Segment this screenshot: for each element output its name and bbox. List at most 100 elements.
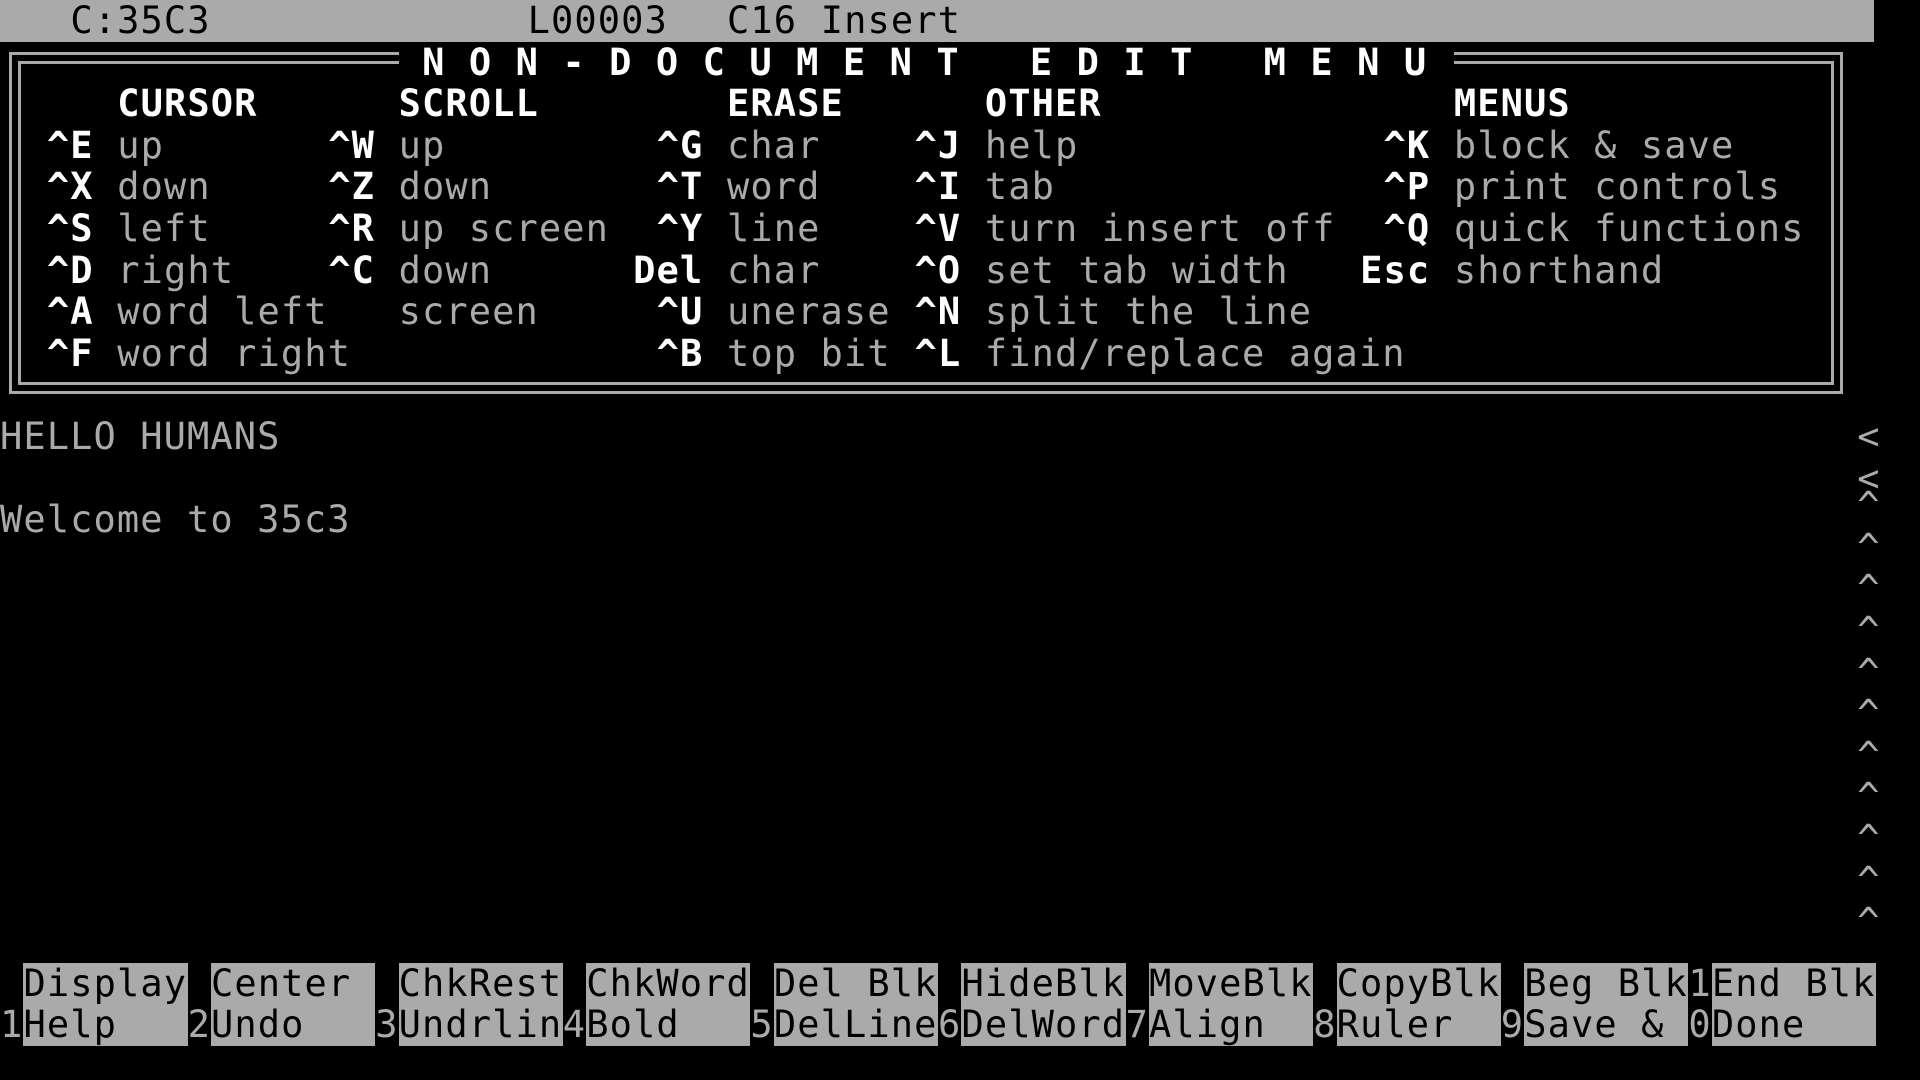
shortcut-key: ^W [328, 123, 376, 167]
menu-item-erase[interactable]: unerase [727, 291, 891, 333]
shortcut-key: ^F [46, 331, 94, 375]
menu-item-erase[interactable]: word [727, 166, 821, 208]
caret-marker-icon: ^ [1857, 484, 1881, 528]
shortcut-key: ^S [46, 207, 94, 250]
shortcut-key: ^E [46, 123, 94, 167]
menu-item-erase[interactable]: char [727, 125, 821, 167]
shortcut-key: ^K [1383, 123, 1431, 167]
menu-item-cursor[interactable]: down [117, 166, 211, 208]
header-erase: ERASE [726, 82, 844, 126]
shortcut-key: ^A [46, 290, 94, 334]
menu-item-scroll[interactable]: screen [399, 291, 539, 333]
function-key-label: Save & [1524, 1003, 1665, 1047]
menu-item-menus[interactable]: print controls [1454, 166, 1781, 208]
menu-item-scroll[interactable]: down [399, 249, 493, 292]
function-key-8[interactable]: CopyBlk Ruler [1336, 961, 1501, 1047]
caret-marker-icon: ^ [1857, 733, 1881, 777]
header-scroll: SCROLL [398, 82, 539, 126]
menu-item-menus[interactable]: quick functions [1454, 208, 1805, 250]
function-key-shift-label: MoveBlk [1149, 961, 1313, 1005]
shortcut-key: ^P [1383, 165, 1431, 209]
caret-marker-icon: ^ [1857, 900, 1881, 944]
function-key-label: Align [1149, 1003, 1266, 1047]
menu-item-cursor[interactable]: up [117, 125, 164, 167]
menu-item-menus[interactable]: block & save [1454, 125, 1735, 167]
menu-item-other[interactable]: tab [985, 166, 1055, 208]
function-key-shift-label: Beg Blk [1524, 961, 1688, 1005]
shortcut-key: ^I [914, 165, 962, 209]
function-key-5[interactable]: Del Blk DelLine [773, 963, 938, 1046]
shortcut-key: ^B [656, 331, 704, 375]
menu-item-other[interactable]: find/replace again [985, 333, 1406, 375]
menu-item-other[interactable]: turn insert off [985, 208, 1336, 250]
function-key-number: 5 [750, 1003, 774, 1047]
menu-item-scroll[interactable]: up [399, 125, 446, 167]
caret-marker-icon: ^ [1857, 858, 1881, 902]
function-key-label: Undrlin [398, 1003, 563, 1047]
function-key-4[interactable]: ChkWord Bold [586, 961, 751, 1047]
function-key-label: Done [1711, 1003, 1806, 1047]
menu-item-cursor[interactable]: right [117, 249, 234, 292]
shortcut-key: ^Y [656, 207, 704, 250]
function-key-1[interactable]: Display Help [23, 961, 188, 1046]
line-indicator: L00003 [527, 0, 668, 42]
function-key-number: 4 [562, 1003, 587, 1047]
menu-item-cursor[interactable]: left [117, 208, 211, 250]
function-key-9[interactable]: Beg Blk Save & [1524, 961, 1689, 1047]
menu-title: N O N - D O C U M E N T E D I T M E N U [422, 40, 1428, 84]
function-key-number: 3 [375, 1003, 399, 1047]
function-key-number: 6 [938, 1003, 962, 1047]
function-key-number: 10 [1688, 961, 1712, 1047]
mode-indicator: Insert [820, 0, 962, 42]
shortcut-key: Esc [1360, 248, 1431, 292]
caret-marker-icon: ^ [1857, 567, 1881, 611]
function-key-number: 9 [1500, 1003, 1525, 1047]
menu-item-scroll[interactable]: down [399, 166, 493, 208]
caret-marker-icon: ^ [1857, 817, 1881, 860]
function-key-shift-label: ChkWord [586, 961, 750, 1005]
shortcut-key: ^V [914, 207, 962, 250]
function-key-number: 2 [187, 1003, 211, 1047]
function-key-label: Ruler [1336, 1003, 1454, 1047]
function-key-2[interactable]: Center Undo [211, 963, 376, 1047]
shortcut-key: ^Q [1383, 207, 1431, 250]
shortcut-key: ^D [46, 248, 94, 292]
caret-marker-icon: ^ [1857, 775, 1881, 819]
shortcut-key: ^R [328, 207, 376, 250]
header-cursor: CURSOR [117, 82, 258, 126]
shortcut-key: Del [633, 248, 704, 292]
function-key-label: DelWord [961, 1003, 1126, 1047]
header-other: OTHER [984, 82, 1102, 126]
function-key-label: Undo [211, 1003, 305, 1047]
function-key-6[interactable]: HideBlk DelWord [961, 961, 1126, 1047]
caret-marker-icon: ^ [1857, 609, 1881, 652]
menu-item-scroll[interactable]: up screen [399, 208, 609, 250]
shortcut-key: ^L [914, 331, 962, 375]
menu-item-other[interactable]: split the line [985, 291, 1312, 333]
menu-item-erase[interactable]: line [727, 208, 821, 250]
function-key-3[interactable]: ChkRest Undrlin [398, 963, 563, 1047]
shortcut-key: ^Z [328, 165, 376, 209]
menu-item-cursor[interactable]: word left [117, 291, 327, 333]
shortcut-key: ^J [914, 123, 962, 167]
function-key-10[interactable]: End Blk Done [1711, 963, 1876, 1047]
menu-item-erase[interactable]: char [727, 249, 821, 292]
shortcut-key: ^O [914, 248, 962, 292]
menu-item-other[interactable]: help [985, 125, 1079, 167]
document-line[interactable]: Welcome to 35c3 [0, 499, 351, 541]
menu-item-other[interactable]: set tab width [985, 249, 1289, 292]
function-key-shift-label: Display [23, 961, 188, 1005]
function-key-label: Bold [586, 1003, 680, 1047]
caret-marker-icon: ^ [1857, 692, 1881, 736]
drive-indicator: C:35C3 [70, 0, 211, 42]
shortcut-key: ^N [914, 290, 962, 334]
function-key-number: 1 [0, 1003, 24, 1047]
document-line[interactable]: HELLO HUMANS [0, 416, 281, 458]
menu-item-erase[interactable]: top bit [727, 333, 891, 375]
function-key-7[interactable]: MoveBlk Align [1149, 961, 1314, 1047]
menu-item-cursor[interactable]: word right [117, 333, 351, 375]
flow-marker-icon: < [1857, 415, 1881, 458]
function-key-shift-label: HideBlk [961, 961, 1126, 1005]
function-key-shift-label: CopyBlk [1336, 961, 1501, 1005]
menu-item-menus[interactable]: shorthand [1454, 249, 1664, 292]
